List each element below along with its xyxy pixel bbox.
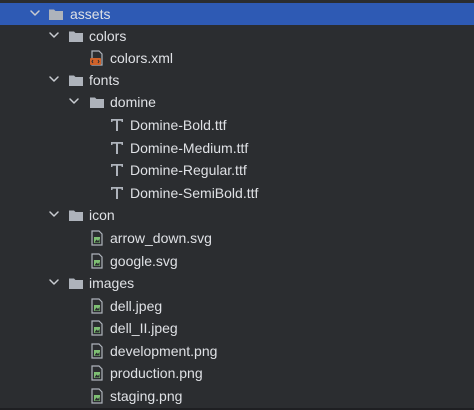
tree-node-colors-xml[interactable]: colors.xml [0, 47, 474, 69]
tree-node-label: production.png [110, 365, 203, 381]
tree-node-label: icon [89, 207, 115, 223]
tree-node-dell-jpeg[interactable]: dell.jpeg [0, 295, 474, 317]
chevron-down-icon[interactable] [47, 207, 61, 221]
tree-node-label: development.png [110, 343, 218, 359]
tree-node-label: colors [89, 28, 127, 44]
font-file-icon [108, 116, 126, 134]
image-file-icon [88, 364, 106, 382]
tree-node-icon[interactable]: icon [0, 204, 474, 226]
tree-node-fonts[interactable]: fonts [0, 69, 474, 91]
font-file-icon [108, 139, 126, 157]
font-file-icon [108, 161, 126, 179]
tree-node-domine[interactable]: domine [0, 91, 474, 113]
tree-node-label: fonts [89, 72, 120, 88]
tree-node-staging-png[interactable]: staging.png [0, 385, 474, 407]
tree-node-images[interactable]: images [0, 272, 474, 294]
chevron-down-icon[interactable] [67, 94, 81, 108]
tree-node-label: staging.png [110, 388, 183, 404]
chevron-down-icon[interactable] [47, 28, 61, 42]
folder-icon [67, 274, 85, 292]
tree-node-label: dell.jpeg [110, 298, 163, 314]
tree-node-dell-ii-jpeg[interactable]: dell_II.jpeg [0, 317, 474, 339]
tree-node-label: images [89, 275, 135, 291]
font-file-icon [108, 184, 126, 202]
folder-icon [67, 206, 85, 224]
tree-node-domine-regular[interactable]: Domine-Regular.ttf [0, 159, 474, 181]
image-file-icon [88, 229, 106, 247]
tree-node-label: colors.xml [110, 50, 174, 66]
folder-icon [88, 93, 106, 111]
xml-file-icon [88, 49, 106, 67]
tree-node-domine-bold[interactable]: Domine-Bold.ttf [0, 114, 474, 136]
image-file-icon [88, 252, 106, 270]
image-file-icon [88, 387, 106, 405]
folder-icon [47, 5, 65, 23]
tree-node-label: arrow_down.svg [110, 230, 212, 246]
tree-node-label: domine [110, 94, 156, 110]
tree-node-label: assets [70, 6, 111, 22]
chevron-down-icon[interactable] [47, 72, 61, 86]
chevron-down-icon[interactable] [47, 275, 61, 289]
chevron-down-icon[interactable] [28, 6, 42, 20]
tree-node-label: Domine-Bold.ttf [130, 117, 227, 133]
tree-node-arrow-down-svg[interactable]: arrow_down.svg [0, 227, 474, 249]
image-file-icon [88, 342, 106, 360]
project-tree: assets colors colors.xml fonts domine Do… [0, 0, 474, 410]
tree-node-label: google.svg [110, 253, 178, 269]
tree-node-label: Domine-SemiBold.ttf [130, 185, 259, 201]
tree-node-domine-medium[interactable]: Domine-Medium.ttf [0, 137, 474, 159]
tree-node-label: Domine-Medium.ttf [130, 140, 249, 156]
tree-node-google-svg[interactable]: google.svg [0, 250, 474, 272]
tree-node-development-png[interactable]: development.png [0, 340, 474, 362]
folder-icon [67, 71, 85, 89]
tree-node-colors[interactable]: colors [0, 25, 474, 47]
image-file-icon [88, 297, 106, 315]
tree-node-assets[interactable]: assets [0, 3, 474, 25]
image-file-icon [88, 319, 106, 337]
tree-node-label: Domine-Regular.ttf [130, 162, 247, 178]
tree-node-label: dell_II.jpeg [110, 320, 178, 336]
folder-icon [67, 27, 85, 45]
tree-node-production-png[interactable]: production.png [0, 362, 474, 384]
tree-node-domine-semibold[interactable]: Domine-SemiBold.ttf [0, 182, 474, 204]
